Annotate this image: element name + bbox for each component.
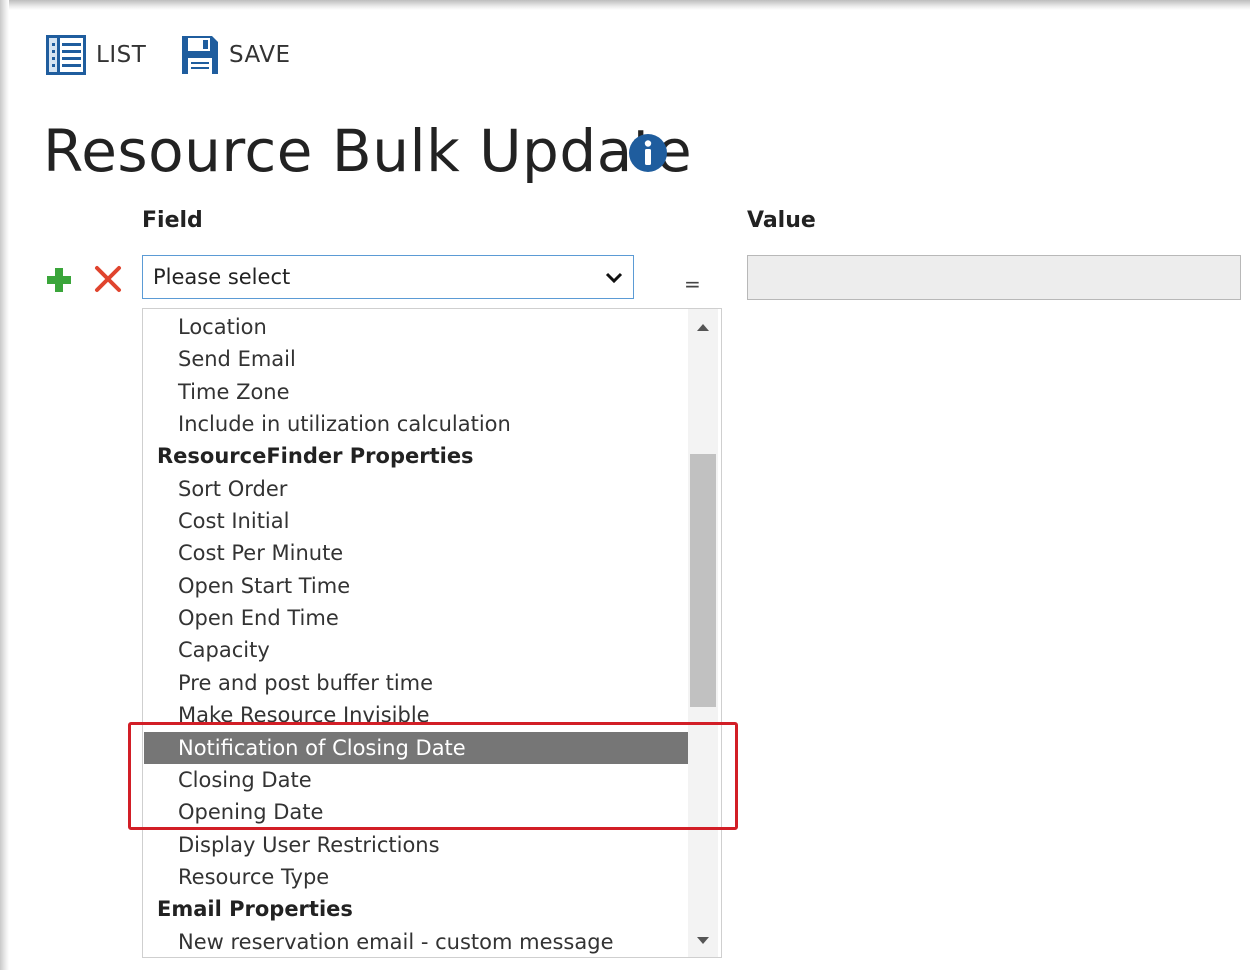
- value-column-header: Value: [747, 208, 816, 233]
- close-icon[interactable]: [92, 263, 124, 295]
- chevron-down-icon: [605, 272, 623, 284]
- list-button[interactable]: LIST: [46, 34, 146, 76]
- field-select-value: Please select: [153, 265, 291, 289]
- save-button[interactable]: SAVE: [181, 34, 291, 76]
- dropdown-option[interactable]: Display User Restrictions: [144, 829, 689, 861]
- dropdown-option[interactable]: Time Zone: [144, 376, 689, 408]
- dropdown-option[interactable]: Resource Type: [144, 861, 689, 893]
- page-title: Resource Bulk Update: [43, 117, 693, 185]
- dropdown-option[interactable]: Make Resource Invisible: [144, 699, 689, 731]
- dropdown-option[interactable]: Sort Order: [144, 473, 689, 505]
- dropdown-option[interactable]: Open Start Time: [144, 570, 689, 602]
- dropdown-option[interactable]: Capacity: [144, 634, 689, 666]
- floppy-disk-icon: [182, 36, 218, 74]
- value-input[interactable]: [747, 255, 1241, 300]
- window-frame-left: [0, 0, 9, 970]
- operator-equals: =: [684, 272, 701, 296]
- dropdown-scrollbar[interactable]: [688, 309, 718, 957]
- dropdown-option[interactable]: Opening Date: [144, 796, 689, 828]
- dropdown-option[interactable]: Send Email: [144, 343, 689, 375]
- info-icon[interactable]: [628, 133, 668, 173]
- dropdown-option[interactable]: Include in utilization calculation: [144, 408, 689, 440]
- dropdown-option[interactable]: Cost Per Minute: [144, 537, 689, 569]
- dropdown-option-selected[interactable]: Notification of Closing Date: [144, 732, 689, 764]
- plus-icon[interactable]: [45, 266, 73, 294]
- list-button-label: LIST: [96, 42, 147, 68]
- field-dropdown-list[interactable]: Location Send Email Time Zone Include in…: [142, 308, 722, 958]
- scroll-up-arrow-icon[interactable]: [688, 317, 718, 339]
- window-frame-top: [0, 0, 1250, 10]
- list-icon: [46, 35, 86, 75]
- dropdown-option[interactable]: Closing Date: [144, 764, 689, 796]
- dropdown-group-header: Email Properties: [157, 897, 353, 921]
- dropdown-option[interactable]: Open End Time: [144, 602, 689, 634]
- dropdown-group-header: ResourceFinder Properties: [157, 444, 474, 468]
- scroll-thumb[interactable]: [690, 454, 716, 707]
- field-select[interactable]: Please select: [142, 255, 634, 299]
- dropdown-option[interactable]: Cost Initial: [144, 505, 689, 537]
- dropdown-option[interactable]: Location: [144, 311, 689, 343]
- field-column-header: Field: [142, 208, 203, 233]
- save-button-label: SAVE: [229, 42, 291, 68]
- dropdown-option[interactable]: New reservation email - custom message: [144, 926, 689, 957]
- dropdown-option[interactable]: Pre and post buffer time: [144, 667, 689, 699]
- scroll-down-arrow-icon[interactable]: [688, 929, 718, 951]
